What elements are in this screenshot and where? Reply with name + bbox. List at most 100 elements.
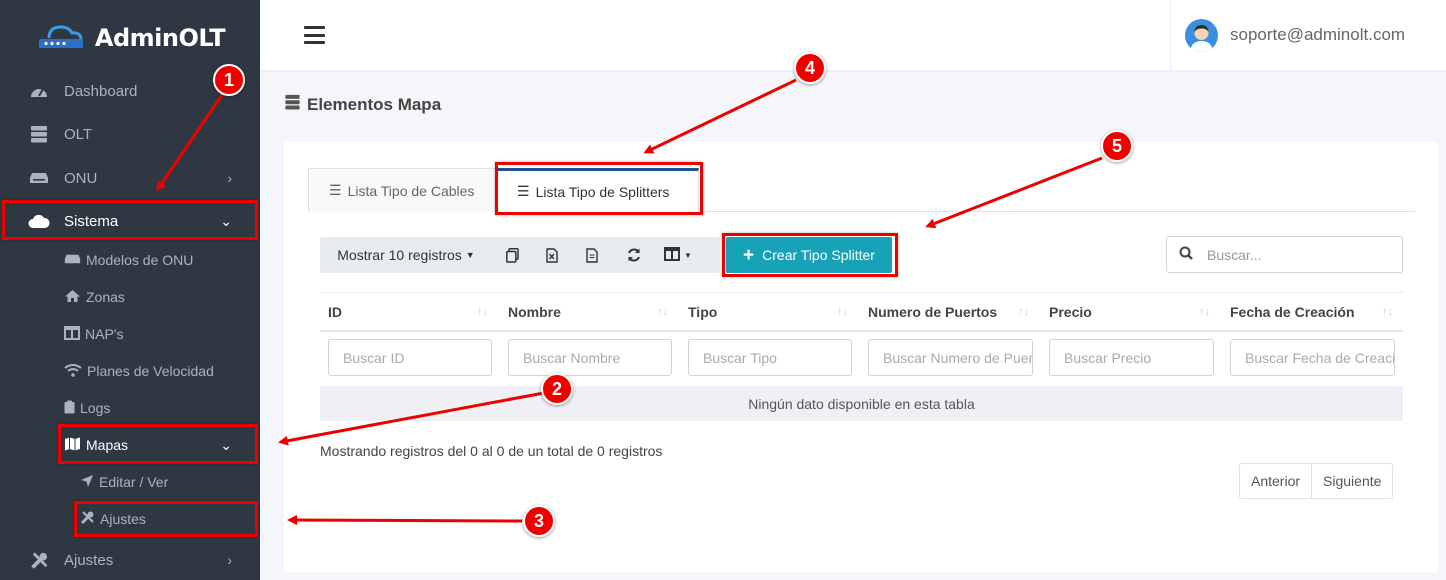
sort-icon: ↑↓: [837, 306, 848, 318]
sidebar-item-label: Ajustes: [64, 551, 114, 569]
device-icon: [64, 252, 81, 268]
column-header-numero-puertos[interactable]: Numero de Puertos ↑↓: [868, 293, 1033, 331]
column-title: Precio: [1049, 304, 1092, 320]
sidebar-subitem-label: Editar / Ver: [99, 474, 169, 490]
content-card: ☰ Lista Tipo de Cables ☰ Lista Tipo de S…: [284, 142, 1438, 572]
sort-icon: ↑↓: [1018, 306, 1029, 318]
filter-fecha-creacion-input[interactable]: Buscar Fecha de Creación: [1230, 339, 1395, 376]
annotation-badge-1: 1: [213, 64, 245, 96]
filter-tipo-input[interactable]: Buscar Tipo: [688, 339, 852, 376]
chevron-right-icon: ›: [227, 552, 232, 568]
column-visibility-button[interactable]: ▼: [656, 237, 700, 273]
annotation-badge-3: 3: [523, 505, 555, 537]
table-info: Mostrando registros del 0 al 0 de un tot…: [320, 443, 663, 459]
caret-down-icon: ▼: [465, 250, 475, 260]
sidebar-subitem-label: NAP's: [85, 326, 124, 342]
device-icon: [28, 168, 50, 188]
user-email: soporte@adminolt.com: [1230, 25, 1406, 44]
avatar: [1185, 18, 1218, 52]
annotation-highlight-ajustes: [74, 501, 258, 537]
page-title-text: Elementos Mapa: [307, 94, 442, 114]
annotation-highlight-splitters-tab: [495, 162, 703, 215]
search-placeholder: Buscar...: [1207, 246, 1262, 263]
tab-lista-tipo-cables[interactable]: ☰ Lista Tipo de Cables: [308, 168, 496, 212]
search-input[interactable]: Buscar...: [1166, 236, 1403, 273]
annotation-highlight-create-button: [722, 233, 898, 277]
tab-bar: ☰ Lista Tipo de Cables ☰ Lista Tipo de S…: [308, 168, 1415, 212]
sidebar-subitem-label: Modelos de ONU: [86, 252, 194, 268]
sidebar-subitem-modelos-onu[interactable]: Modelos de ONU: [64, 243, 254, 277]
server-icon: [28, 124, 50, 144]
column-title: Numero de Puertos: [868, 304, 998, 320]
caret-down-icon: ▼: [684, 250, 692, 260]
column-header-id[interactable]: ID ↑↓: [328, 293, 492, 331]
sort-icon: ↑↓: [477, 306, 488, 318]
prev-page-button[interactable]: Anterior: [1240, 464, 1311, 498]
next-page-button[interactable]: Siguiente: [1311, 464, 1392, 498]
filter-precio-input[interactable]: Buscar Precio: [1049, 339, 1214, 376]
copy-icon[interactable]: [492, 237, 532, 273]
annotation-badge-4: 4: [794, 52, 826, 84]
sidebar-subitem-logs[interactable]: Logs: [64, 391, 254, 425]
tools-icon: [28, 550, 50, 570]
sort-icon: ↑↓: [1199, 306, 1210, 318]
pagination: Anterior Siguiente: [1239, 463, 1394, 499]
column-header-fecha-creacion[interactable]: Fecha de Creación ↑↓: [1230, 293, 1397, 331]
sort-icon: ↑↓: [657, 306, 668, 318]
show-entries-dropdown[interactable]: Mostrar 10 registros ▼: [320, 237, 492, 273]
sidebar-item-label: Dashboard: [64, 82, 138, 100]
column-header-tipo[interactable]: Tipo ↑↓: [688, 293, 852, 331]
sidebar-item-label: ONU: [64, 169, 98, 187]
column-header-nombre[interactable]: Nombre ↑↓: [508, 293, 672, 331]
table-header: ID ↑↓ Nombre ↑↓ Tipo ↑↓ Numero de Puertos ↑↓…: [320, 292, 1403, 332]
filter-id-input[interactable]: Buscar ID: [328, 339, 492, 376]
csv-file-icon[interactable]: [572, 237, 612, 273]
sidebar-subitem-editar-ver[interactable]: Editar / Ver: [80, 465, 270, 499]
router-logo-icon: [38, 25, 83, 48]
annotation-badge-5: 5: [1101, 130, 1133, 162]
show-entries-label: Mostrar 10 registros: [337, 247, 462, 263]
sidebar-subitem-naps[interactable]: NAP's: [64, 317, 254, 351]
tab-label: Lista Tipo de Cables: [347, 182, 475, 199]
columns-icon: [664, 246, 681, 264]
sidebar-item-ajustes[interactable]: Ajustes ›: [0, 540, 260, 580]
table-toolbar: Mostrar 10 registros ▼ ▼: [320, 237, 720, 273]
sidebar-subitem-zonas[interactable]: Zonas: [64, 280, 254, 314]
home-icon: [64, 289, 81, 306]
location-arrow-icon: [80, 474, 94, 491]
server-icon: [284, 94, 301, 115]
filter-numero-puertos-input[interactable]: Buscar Numero de Puertos: [868, 339, 1033, 376]
search-icon: [1179, 246, 1193, 263]
tachometer-icon: [28, 81, 50, 101]
refresh-icon[interactable]: [612, 237, 656, 273]
user-menu[interactable]: soporte@adminolt.com: [1170, 0, 1446, 70]
sidebar-subitem-planes-velocidad[interactable]: Planes de Velocidad: [64, 354, 254, 388]
sidebar-subitem-label: Planes de Velocidad: [87, 363, 214, 379]
hamburger-menu-icon[interactable]: [304, 26, 325, 44]
brand[interactable]: AdminOLT: [0, 0, 260, 76]
column-header-precio[interactable]: Precio ↑↓: [1049, 293, 1214, 331]
list-icon: ☰: [329, 182, 342, 198]
sidebar-item-label: OLT: [64, 125, 93, 143]
column-title: ID: [328, 304, 342, 320]
annotation-highlight-mapas: [58, 424, 258, 464]
top-bar: soporte@adminolt.com: [260, 0, 1446, 70]
sidebar-subitem-label: Logs: [80, 400, 111, 416]
wifi-icon: [64, 363, 82, 380]
brand-name: AdminOLT: [94, 24, 226, 52]
empty-table-message: Ningún dato disponible en esta tabla: [320, 386, 1403, 421]
sidebar-item-olt[interactable]: OLT: [0, 114, 260, 154]
column-title: Tipo: [688, 304, 718, 320]
filter-nombre-input[interactable]: Buscar Nombre: [508, 339, 672, 376]
clipboard-icon: [64, 400, 75, 417]
sort-icon: ↑↓: [1382, 306, 1393, 318]
excel-icon[interactable]: [532, 237, 572, 273]
sidebar-subitem-label: Zonas: [86, 289, 125, 305]
columns-icon: [64, 325, 80, 343]
sidebar-item-onu[interactable]: ONU ›: [0, 158, 260, 198]
column-title: Nombre: [508, 304, 561, 320]
annotation-badge-2: 2: [541, 373, 573, 405]
column-title: Fecha de Creación: [1230, 304, 1355, 320]
chevron-right-icon: ›: [227, 170, 232, 186]
page-title: Elementos Mapa: [284, 94, 441, 115]
